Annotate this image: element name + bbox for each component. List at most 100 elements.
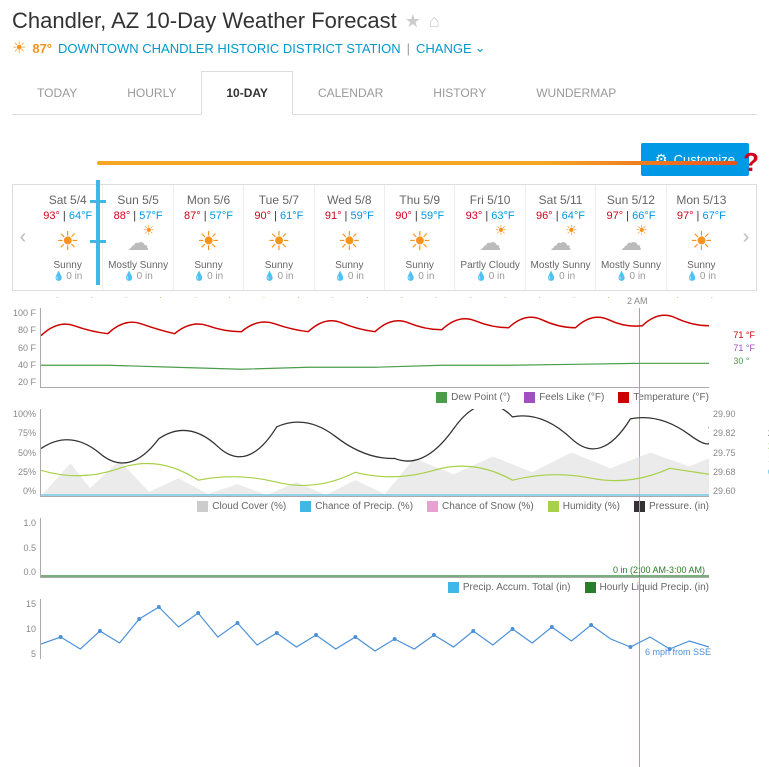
page-title: Chandler, AZ 10-Day Weather Forecast [12, 8, 397, 34]
forecast-content: ? ⚙ Customize ‹ Sat 5/493° | 64°F☀Sunny💧… [0, 123, 769, 667]
humidity-chart: 100%75%50%25%0% 29.9029.8229.7529.6829.6… [40, 409, 709, 497]
legend-item: Cloud Cover (%) [197, 501, 286, 512]
day-column[interactable]: Tue 5/790° | 61°F☀Sunny💧0 in [244, 185, 314, 290]
favorite-star-icon[interactable]: ★ [405, 11, 421, 32]
temp-legend: Dew Point (°)Feels Like (°F)Temperature … [12, 392, 709, 403]
temperature-chart-block: 2 AM 100 F80 F60 F40 F20 F 71 °F71 °F30 … [12, 308, 757, 403]
tab-wundermap[interactable]: WUNDERMAP [511, 71, 641, 115]
temp-plot [41, 308, 709, 387]
raindrop-icon: 💧 [546, 271, 557, 282]
legend-swatch [585, 582, 596, 593]
day-temps: 90° | 59°F [387, 210, 452, 222]
legend-swatch [436, 392, 447, 403]
day-condition: Sunny [387, 260, 452, 271]
day-precip: 💧0 in [457, 271, 522, 282]
humidity-legend: Cloud Cover (%)Chance of Precip. (%)Chan… [12, 501, 709, 512]
sunrise-dots-row: ···················· [40, 293, 729, 302]
raindrop-icon: 💧 [53, 271, 64, 282]
home-icon[interactable]: ⌂ [429, 11, 440, 32]
precip-zero-label: 0 in (2:00 AM-3:00 AM) [613, 565, 705, 575]
legend-swatch [197, 501, 208, 512]
annotation-question-mark: ? [743, 147, 759, 178]
legend-swatch [427, 501, 438, 512]
day-condition: Partly Cloudy [457, 260, 522, 271]
sun-icon: ☀ [690, 226, 713, 257]
pressure-r-axis: 29.9029.8229.7529.6829.60 [713, 409, 753, 496]
tab-hourly[interactable]: HOURLY [102, 71, 201, 115]
day-precip: 💧0 in [176, 271, 241, 282]
legend-swatch [618, 392, 629, 403]
day-condition: Sunny [35, 260, 100, 271]
legend-swatch [524, 392, 535, 403]
raindrop-icon: 💧 [687, 271, 698, 282]
sun-icon: ☀ [56, 226, 79, 257]
day-temps: 87° | 57°F [176, 210, 241, 222]
humidity-chart-block: 100%75%50%25%0% 29.9029.8229.7529.6829.6… [12, 409, 757, 512]
humidity-plot [41, 409, 709, 496]
precip-chart: 1.00.50.0 0 in (2:00 AM-3:00 AM) [40, 518, 709, 578]
tab-today[interactable]: TODAY [12, 71, 102, 115]
day-column[interactable]: Sun 5/1297° | 66°F☁☀Mostly Sunny💧0 in [596, 185, 666, 290]
sun-icon: ☀ [267, 226, 290, 257]
raindrop-icon: 💧 [616, 271, 627, 282]
day-column[interactable]: Wed 5/891° | 59°F☀Sunny💧0 in [315, 185, 385, 290]
day-condition: Sunny [669, 260, 734, 271]
change-station-link[interactable]: CHANGE ⌄ [416, 40, 486, 56]
day-precip: 💧0 in [528, 271, 593, 282]
precip-chart-block: 1.00.50.0 0 in (2:00 AM-3:00 AM) Precip.… [12, 518, 757, 593]
legend-item: Dew Point (°) [436, 392, 510, 403]
tab-history[interactable]: HISTORY [408, 71, 511, 115]
day-precip: 💧0 in [105, 271, 170, 282]
day-precip: 💧0 in [246, 271, 311, 282]
raindrop-icon: 💧 [123, 271, 134, 282]
day-condition: Sunny [176, 260, 241, 271]
tab-calendar[interactable]: CALENDAR [293, 71, 408, 115]
day-precip: 💧0 in [387, 271, 452, 282]
time-marker-label: 2 AM [627, 296, 648, 306]
partly-cloudy-icon: ☁☀ [620, 226, 642, 257]
tab-10-day[interactable]: 10-DAY [201, 71, 293, 115]
daily-forecast-row: ‹ Sat 5/493° | 64°F☀Sunny💧0 inSun 5/588°… [12, 184, 757, 291]
day-column[interactable]: Sat 5/1196° | 64°F☁☀Mostly Sunny💧0 in [526, 185, 596, 290]
customize-button[interactable]: ⚙ Customize [641, 143, 749, 176]
day-date: Mon 5/13 [669, 193, 734, 207]
temp-y-axis: 100 F80 F60 F40 F20 F [13, 308, 39, 387]
day-temps: 88° | 57°F [105, 210, 170, 222]
wind-y-axis: 15105 [13, 599, 39, 659]
day-date: Thu 5/9 [387, 193, 452, 207]
day-date: Tue 5/7 [246, 193, 311, 207]
legend-swatch [448, 582, 459, 593]
day-condition: Mostly Sunny [598, 260, 663, 271]
legend-item: Pressure. (in) [634, 501, 709, 512]
legend-item: Chance of Precip. (%) [300, 501, 413, 512]
precip-y-axis: 1.00.50.0 [13, 518, 39, 577]
chevron-down-icon: ⌄ [475, 40, 486, 56]
precip-legend: Precip. Accum. Total (in)Hourly Liquid P… [12, 582, 709, 593]
temp-right-labels: 71 °F71 °F30 ° [733, 308, 755, 387]
day-temps: 93° | 64°F [35, 210, 100, 222]
day-column[interactable]: Thu 5/990° | 59°F☀Sunny💧0 in [385, 185, 455, 290]
day-column[interactable]: Mon 5/687° | 57°F☀Sunny💧0 in [174, 185, 244, 290]
day-temps: 97° | 67°F [669, 210, 734, 222]
annotation-blue-line [96, 180, 100, 285]
next-days-arrow[interactable]: › [736, 185, 756, 290]
day-date: Wed 5/8 [317, 193, 382, 207]
day-column[interactable]: Sun 5/588° | 57°F☁☀Mostly Sunny💧0 in [103, 185, 173, 290]
day-column[interactable]: Fri 5/1093° | 63°F☁☀Partly Cloudy💧0 in [455, 185, 525, 290]
day-precip: 💧0 in [35, 271, 100, 282]
legend-swatch [548, 501, 559, 512]
current-temp: 87° [32, 41, 52, 56]
partly-cloudy-icon: ☁☀ [127, 226, 149, 257]
wind-chart: 15105 6 mph from SSE [40, 599, 709, 659]
day-temps: 96° | 64°F [528, 210, 593, 222]
legend-item: Temperature (°F) [618, 392, 709, 403]
nav-tabs: TODAYHOURLY10-DAYCALENDARHISTORYWUNDERMA… [12, 70, 757, 115]
day-column[interactable]: Mon 5/1397° | 67°F☀Sunny💧0 in [667, 185, 736, 290]
raindrop-icon: 💧 [335, 271, 346, 282]
prev-days-arrow[interactable]: ‹ [13, 185, 33, 290]
day-precip: 💧0 in [598, 271, 663, 282]
station-link[interactable]: DOWNTOWN CHANDLER HISTORIC DISTRICT STAT… [58, 41, 401, 56]
raindrop-icon: 💧 [475, 271, 486, 282]
raindrop-icon: 💧 [405, 271, 416, 282]
current-condition-icon: ☀ [12, 38, 26, 58]
